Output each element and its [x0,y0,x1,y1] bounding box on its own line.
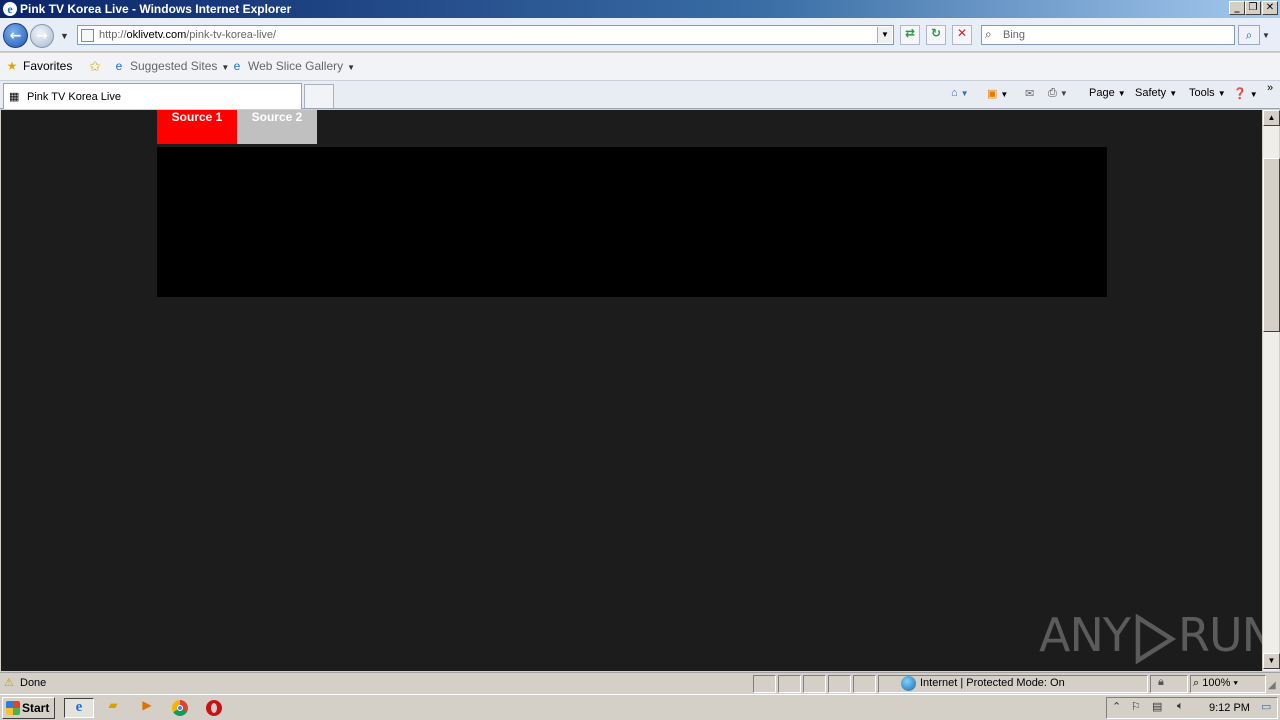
tab-pink-tv-korea-live[interactable]: ▦ Pink TV Korea Live [3,83,302,109]
vertical-scrollbar[interactable]: ▲ ▼ [1262,110,1280,671]
source-2-tab[interactable]: Source 2 [237,110,317,144]
taskbar: Start e ▰ ▶ ⌃ ⚐ ▤ 🔈︎ 9:12 PM ▭ [0,694,1280,720]
resize-grip-icon[interactable]: ◢ [1268,680,1276,691]
page-content: Source 1 Source 2 ANY RUN [1,110,1262,671]
tools-menu[interactable]: Tools ▼ [1189,87,1226,99]
ie-logo-icon: e [3,2,17,16]
lock-icon: 🔒︎ [1158,676,1164,688]
play-logo-icon [1135,613,1177,664]
volume-icon[interactable]: 🔈︎ [1177,700,1184,713]
print-icon[interactable]: ⎙ ▼ [1048,87,1068,100]
feeds-icon[interactable]: ▣ ▼ [987,87,1008,100]
window-title: Pink TV Korea Live - Windows Internet Ex… [20,2,292,16]
address-url[interactable]: http://oklivetv.com/pink-tv-korea-live/ [99,29,276,41]
scroll-down-button[interactable]: ▼ [1263,653,1280,669]
video-player[interactable] [157,147,1107,297]
refresh-icon[interactable]: ↻ [926,25,946,45]
anyrun-watermark: ANY RUN [1039,608,1262,664]
internet-explorer-icon[interactable]: e [64,698,94,718]
status-panel [778,675,801,693]
close-button[interactable]: ✕ [1262,1,1278,15]
show-hidden-icons-icon[interactable]: ⌃ [1112,700,1121,713]
action-center-flag-icon[interactable]: ⚐ [1131,700,1141,713]
opera-icon[interactable] [202,698,226,718]
folder-icon[interactable]: ▰ [101,698,125,718]
show-desktop-icon[interactable]: ▭ [1261,700,1271,713]
compatibility-view-icon[interactable]: ⇄ [900,25,920,45]
page-menu[interactable]: Page ▼ [1089,87,1126,99]
status-bar: ⚠ Done Internet | Protected Mode: On 🔒︎ … [0,672,1280,694]
new-tab-button[interactable] [304,84,334,108]
favorites-bar: ★ Favorites ✩ e Suggested Sites ▼ e Web Slic… [0,53,1280,129]
warning-icon: ⚠ [4,677,14,689]
stop-icon[interactable]: ✕ [952,25,972,45]
clock[interactable]: 9:12 PM [1209,702,1250,714]
network-icon[interactable]: ▤ [1152,700,1162,713]
safety-menu[interactable]: Safety ▼ [1135,87,1177,99]
ie-page-icon: e [233,59,241,73]
ie-page-icon: e [115,59,123,73]
forward-button[interactable]: → [30,24,54,48]
address-dropdown-icon[interactable]: ▼ [877,27,892,43]
start-button[interactable]: Start [2,697,55,719]
search-options-dropdown-icon[interactable]: ▼ [1262,31,1270,40]
title-bar: e Pink TV Korea Live - Windows Internet … [0,0,1280,18]
status-panel [803,675,826,693]
status-panel [828,675,851,693]
security-zone: Internet | Protected Mode: On [920,677,1065,689]
status-text: Done [20,677,47,689]
search-icon: ⌕ [985,27,992,41]
star-icon: ★ [6,59,18,73]
zoom-level[interactable]: ⌕ 100% ▾ [1193,677,1238,690]
chrome-icon[interactable] [168,698,192,718]
home-icon[interactable]: ⌂ ▼ [951,87,969,99]
back-button[interactable]: ← [3,23,28,48]
help-icon[interactable]: ❓ ▼ [1233,87,1258,100]
web-slice-gallery-link[interactable]: e Web Slice Gallery ▼ [230,59,355,73]
more-commands-icon[interactable]: » [1267,82,1273,94]
system-tray: ⌃ ⚐ ▤ 🔈︎ 9:12 PM ▭ [1106,697,1278,719]
page-icon: ▦ [9,91,20,103]
read-mail-icon[interactable]: ✉ [1025,87,1034,100]
windows-logo-icon [6,701,20,715]
restore-button[interactable]: ❐ [1245,1,1261,15]
globe-icon [901,676,916,691]
source-1-tab[interactable]: Source 1 [157,110,237,144]
media-player-icon[interactable]: ▶ [135,698,159,718]
minimize-button[interactable]: _ [1229,1,1245,15]
status-panel [853,675,876,693]
favorites-button[interactable]: ★ Favorites [5,59,73,73]
add-to-favorites-bar-icon[interactable]: ✩ [88,58,106,75]
page-icon [81,29,94,42]
tab-bar: ▦ Pink TV Korea Live ⌂ ▼ ▣ ▼ ✉ ⎙ ▼ Page ▼ Sa… [0,81,1280,109]
scroll-up-button[interactable]: ▲ [1263,110,1280,126]
protected-mode-panel[interactable] [1150,675,1188,693]
search-input[interactable]: ⌕ Bing [981,25,1235,45]
suggested-sites-link[interactable]: e Suggested Sites ▼ [112,59,230,73]
search-button[interactable]: ⌕ [1238,25,1260,45]
status-panel [753,675,776,693]
navigation-bar: ← → ▼ http://oklivetv.com/pink-tv-korea-… [0,18,1280,52]
recent-pages-dropdown-icon[interactable]: ▼ [60,31,69,41]
scroll-thumb[interactable] [1263,158,1280,332]
address-bar[interactable]: http://oklivetv.com/pink-tv-korea-live/ … [77,25,894,45]
